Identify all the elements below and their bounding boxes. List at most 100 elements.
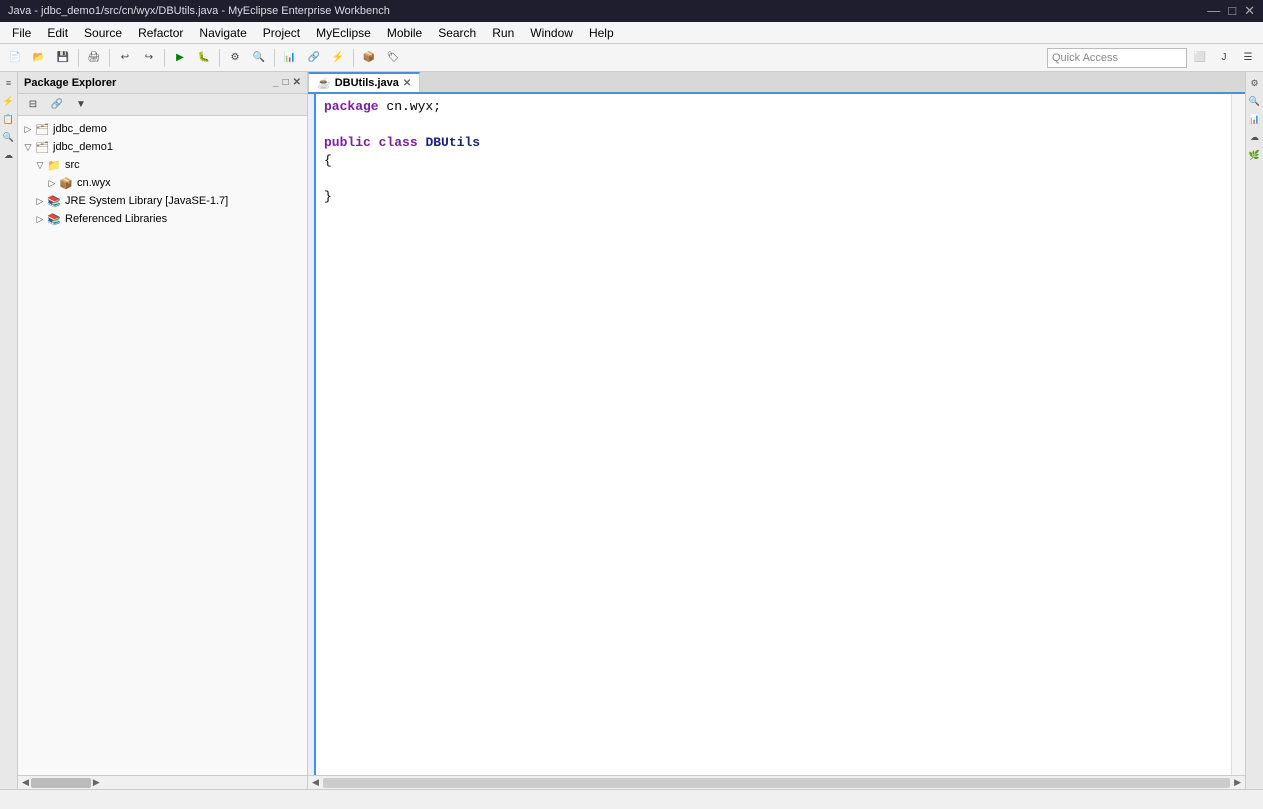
tree-label-cn-wyx: cn.wyx bbox=[77, 177, 111, 189]
tree-arrow-jdbc-demo1: ▽ bbox=[22, 142, 34, 153]
toolbar-btn-9[interactable]: ⚡ bbox=[327, 47, 349, 69]
quick-access-input[interactable]: Quick Access bbox=[1047, 48, 1187, 68]
window-controls: — □ ✕ bbox=[1207, 3, 1255, 19]
menu-bar: File Edit Source Refactor Navigate Proje… bbox=[0, 22, 1263, 44]
code-content[interactable]: package cn.wyx; public class DBUtils { } bbox=[316, 94, 1231, 775]
tab-label-dbutils: DBUtils.java bbox=[335, 77, 399, 89]
new-button[interactable]: 📄 bbox=[4, 47, 26, 69]
pe-collapse-all[interactable]: ⊟ bbox=[22, 94, 44, 116]
left-icon-2[interactable]: ⚡ bbox=[2, 94, 16, 108]
main-area: ≡ ⚡ 📋 🔍 ☁ Package Explorer _ □ ✕ ⊟ 🔗 ▼ bbox=[0, 72, 1263, 789]
menu-mobile[interactable]: Mobile bbox=[379, 24, 430, 42]
package-explorer-tree: ▷ 🗂 jdbc_demo ▽ 🗂 jdbc_demo1 ▽ 📁 src ▷ 📦… bbox=[18, 116, 307, 775]
undo-button[interactable]: ↩ bbox=[114, 47, 136, 69]
right-icon-3[interactable]: 📊 bbox=[1248, 112, 1262, 126]
minimize-button[interactable]: — bbox=[1207, 3, 1220, 19]
menu-project[interactable]: Project bbox=[255, 24, 308, 42]
tree-arrow-cn-wyx: ▷ bbox=[46, 178, 58, 189]
toolbar-btn-6[interactable]: 🔍 bbox=[248, 47, 270, 69]
pe-maximize-button[interactable]: □ bbox=[283, 77, 289, 88]
toolbar-btn-5[interactable]: ⚙ bbox=[224, 47, 246, 69]
menu-refactor[interactable]: Refactor bbox=[130, 24, 191, 42]
tree-arrow-jre: ▷ bbox=[34, 196, 46, 207]
menu-edit[interactable]: Edit bbox=[39, 24, 76, 42]
tab-java-icon: ☕ bbox=[317, 77, 331, 90]
toolbar-btn-7[interactable]: 📊 bbox=[279, 47, 301, 69]
menu-file[interactable]: File bbox=[4, 24, 39, 42]
editor-tab-dbutils[interactable]: ☕ DBUtils.java ✕ bbox=[308, 72, 420, 92]
menu-navigate[interactable]: Navigate bbox=[191, 24, 254, 42]
toolbar-extra-2[interactable]: ☰ bbox=[1237, 47, 1259, 69]
pe-scroll-right[interactable]: ▶ bbox=[91, 777, 102, 788]
project-icon-jdbc-demo: 🗂 bbox=[34, 121, 50, 137]
tree-item-referenced-libraries[interactable]: ▷ 📚 Referenced Libraries bbox=[18, 210, 307, 228]
code-editor[interactable]: package cn.wyx; public class DBUtils { } bbox=[308, 94, 1245, 775]
debug-button[interactable]: 🐛 bbox=[193, 47, 215, 69]
editor-scrollbar-thumb[interactable] bbox=[323, 778, 1230, 788]
toolbar-extra-1[interactable]: J bbox=[1213, 47, 1235, 69]
menu-window[interactable]: Window bbox=[522, 24, 581, 42]
editor-scroll-left[interactable]: ◀ bbox=[310, 777, 321, 788]
editor-scrollbar[interactable] bbox=[1231, 94, 1245, 775]
left-icon-4[interactable]: 🔍 bbox=[2, 130, 16, 144]
pe-minimize-button[interactable]: _ bbox=[273, 77, 279, 88]
line-indicator bbox=[308, 94, 316, 775]
run-button[interactable]: ▶ bbox=[169, 47, 191, 69]
title-bar: Java - jdbc_demo1/src/cn/wyx/DBUtils.jav… bbox=[0, 0, 1263, 22]
tree-item-cn-wyx[interactable]: ▷ 📦 cn.wyx bbox=[18, 174, 307, 192]
print-button[interactable]: 🖨 bbox=[83, 47, 105, 69]
package-explorer-panel: Package Explorer _ □ ✕ ⊟ 🔗 ▼ ▷ 🗂 jdbc_de… bbox=[18, 72, 308, 789]
editor-scroll-right[interactable]: ▶ bbox=[1232, 777, 1243, 788]
maximize-button[interactable]: □ bbox=[1228, 3, 1236, 19]
pe-toolbar: ⊟ 🔗 ▼ bbox=[18, 94, 307, 116]
pe-close-button[interactable]: ✕ bbox=[293, 77, 301, 88]
tree-label-jre: JRE System Library [JavaSE-1.7] bbox=[65, 195, 228, 207]
pe-view-menu[interactable]: ▼ bbox=[70, 94, 92, 116]
pe-scrollbar[interactable]: ◀ ▶ bbox=[18, 775, 307, 789]
right-sidebar-icons: ⚙ 🔍 📊 ☁ 🌿 bbox=[1245, 72, 1263, 789]
status-bar bbox=[0, 789, 1263, 809]
menu-run[interactable]: Run bbox=[484, 24, 522, 42]
toolbar-separator-5 bbox=[274, 49, 275, 67]
library-icon-reflibs: 📚 bbox=[46, 211, 62, 227]
right-icon-2[interactable]: 🔍 bbox=[1248, 94, 1262, 108]
redo-button[interactable]: ↪ bbox=[138, 47, 160, 69]
toolbar-btn-11[interactable]: 🏷 bbox=[382, 47, 404, 69]
pe-link-editor[interactable]: 🔗 bbox=[46, 94, 68, 116]
right-icon-1[interactable]: ⚙ bbox=[1248, 76, 1262, 90]
editor-area: ☕ DBUtils.java ✕ package cn.wyx; public … bbox=[308, 72, 1245, 789]
left-icon-3[interactable]: 📋 bbox=[2, 112, 16, 126]
left-icon-1[interactable]: ≡ bbox=[2, 76, 16, 90]
editor-tabs: ☕ DBUtils.java ✕ bbox=[308, 72, 1245, 94]
toolbar-btn-8[interactable]: 🔗 bbox=[303, 47, 325, 69]
tree-label-src: src bbox=[65, 159, 80, 171]
open-perspective-button[interactable]: ⬜ bbox=[1189, 47, 1211, 69]
pe-scrollbar-thumb[interactable] bbox=[31, 778, 91, 788]
tree-arrow-jdbc-demo: ▷ bbox=[22, 124, 34, 135]
save-button[interactable]: 💾 bbox=[52, 47, 74, 69]
tree-arrow-reflibs: ▷ bbox=[34, 214, 46, 225]
editor-bottom-scrollbar[interactable]: ◀ ▶ bbox=[308, 775, 1245, 789]
tree-label-reflibs: Referenced Libraries bbox=[65, 213, 167, 225]
menu-help[interactable]: Help bbox=[581, 24, 622, 42]
pe-scroll-left[interactable]: ◀ bbox=[20, 777, 31, 788]
close-button[interactable]: ✕ bbox=[1244, 3, 1255, 19]
window-title: Java - jdbc_demo1/src/cn/wyx/DBUtils.jav… bbox=[8, 5, 390, 17]
tree-item-jdbc-demo[interactable]: ▷ 🗂 jdbc_demo bbox=[18, 120, 307, 138]
tab-close-dbutils[interactable]: ✕ bbox=[403, 78, 411, 89]
right-icon-4[interactable]: ☁ bbox=[1248, 130, 1262, 144]
left-icon-5[interactable]: ☁ bbox=[2, 148, 16, 162]
pe-header-left: Package Explorer bbox=[24, 77, 116, 89]
right-icon-5[interactable]: 🌿 bbox=[1248, 148, 1262, 162]
menu-source[interactable]: Source bbox=[76, 24, 130, 42]
left-sidebar-icons: ≡ ⚡ 📋 🔍 ☁ bbox=[0, 72, 18, 789]
menu-myeclipse[interactable]: MyEclipse bbox=[308, 24, 379, 42]
open-button[interactable]: 📂 bbox=[28, 47, 50, 69]
menu-search[interactable]: Search bbox=[430, 24, 484, 42]
tree-item-jre-library[interactable]: ▷ 📚 JRE System Library [JavaSE-1.7] bbox=[18, 192, 307, 210]
tree-item-src[interactable]: ▽ 📁 src bbox=[18, 156, 307, 174]
toolbar-separator-4 bbox=[219, 49, 220, 67]
tree-item-jdbc-demo1[interactable]: ▽ 🗂 jdbc_demo1 bbox=[18, 138, 307, 156]
package-icon-cn-wyx: 📦 bbox=[58, 175, 74, 191]
toolbar-btn-10[interactable]: 📦 bbox=[358, 47, 380, 69]
